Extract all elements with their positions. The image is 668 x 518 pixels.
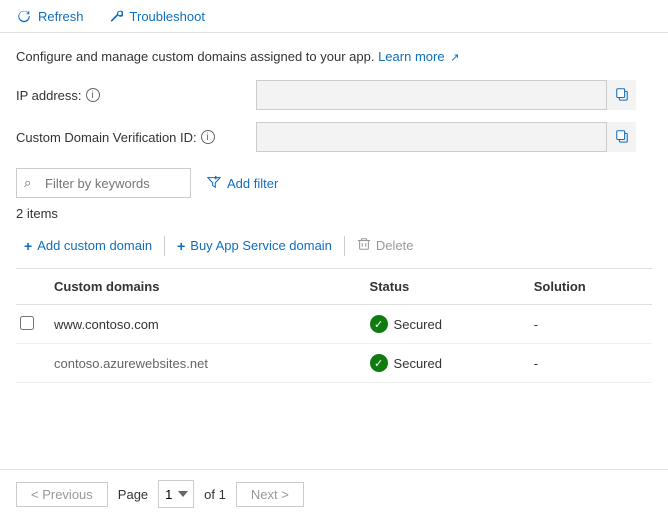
toolbar: Refresh Troubleshoot bbox=[0, 0, 668, 33]
action-separator-1 bbox=[164, 236, 165, 256]
solution-cell: - bbox=[526, 305, 652, 344]
action-separator-2 bbox=[344, 236, 345, 256]
row-checkbox[interactable] bbox=[20, 316, 34, 330]
troubleshoot-button[interactable]: Troubleshoot bbox=[104, 6, 209, 26]
table-header-checkbox-col bbox=[16, 269, 46, 305]
ip-input-wrapper bbox=[256, 80, 636, 110]
external-link-icon: ↗ bbox=[450, 52, 459, 64]
domains-table: Custom domains Status Solution www.conto… bbox=[16, 269, 652, 383]
filter-bar: ⌕ Add filter bbox=[16, 168, 652, 198]
main-content: Configure and manage custom domains assi… bbox=[0, 33, 668, 383]
refresh-button[interactable]: Refresh bbox=[12, 6, 88, 26]
add-custom-domain-button[interactable]: + Add custom domain bbox=[16, 234, 160, 258]
domain-cell: contoso.azurewebsites.net bbox=[46, 344, 362, 383]
filter-icon bbox=[207, 175, 221, 192]
ip-info-icon[interactable]: i bbox=[86, 88, 100, 102]
ip-address-row: IP address: i bbox=[16, 80, 652, 110]
copy-icon-2 bbox=[615, 129, 629, 146]
table-row: www.contoso.com ✓ Secured - bbox=[16, 305, 652, 344]
buy-app-service-domain-button[interactable]: + Buy App Service domain bbox=[169, 234, 340, 258]
add-domain-plus-icon: + bbox=[24, 238, 32, 254]
solution-cell: - bbox=[526, 344, 652, 383]
row-checkbox-cell bbox=[16, 305, 46, 344]
verification-info-icon[interactable]: i bbox=[201, 130, 215, 144]
delete-icon bbox=[357, 237, 371, 254]
status-text: Secured bbox=[394, 317, 442, 332]
ip-label: IP address: i bbox=[16, 88, 256, 103]
status-text: Secured bbox=[394, 356, 442, 371]
next-button[interactable]: Next > bbox=[236, 482, 304, 507]
learn-more-link[interactable]: Learn more ↗ bbox=[378, 49, 459, 64]
table-header-custom-domains: Custom domains bbox=[46, 269, 362, 305]
table-header-solution: Solution bbox=[526, 269, 652, 305]
verification-label: Custom Domain Verification ID: i bbox=[16, 130, 256, 145]
add-filter-button[interactable]: Add filter bbox=[199, 171, 286, 196]
table-header-status: Status bbox=[362, 269, 526, 305]
filter-input[interactable] bbox=[16, 168, 191, 198]
troubleshoot-label: Troubleshoot bbox=[130, 9, 205, 24]
ip-copy-button[interactable] bbox=[606, 80, 636, 110]
filter-input-wrapper: ⌕ bbox=[16, 168, 191, 198]
previous-button[interactable]: < Previous bbox=[16, 482, 108, 507]
secured-icon: ✓ bbox=[370, 354, 388, 372]
row-checkbox-cell bbox=[16, 344, 46, 383]
domain-cell: www.contoso.com bbox=[46, 305, 362, 344]
description-text: Configure and manage custom domains assi… bbox=[16, 49, 374, 64]
page-select[interactable]: 1 bbox=[158, 480, 194, 508]
refresh-icon bbox=[16, 8, 32, 24]
action-bar: + Add custom domain + Buy App Service do… bbox=[16, 233, 652, 269]
of-pages: of 1 bbox=[204, 487, 226, 502]
description: Configure and manage custom domains assi… bbox=[16, 49, 652, 64]
status-cell: ✓ Secured bbox=[362, 305, 526, 344]
delete-button[interactable]: Delete bbox=[349, 233, 422, 258]
page-label: Page bbox=[118, 487, 148, 502]
refresh-label: Refresh bbox=[38, 9, 84, 24]
items-count: 2 items bbox=[16, 206, 652, 221]
verification-copy-button[interactable] bbox=[606, 122, 636, 152]
wrench-icon bbox=[108, 8, 124, 24]
ip-input[interactable] bbox=[256, 80, 636, 110]
table-row: contoso.azurewebsites.net ✓ Secured - bbox=[16, 344, 652, 383]
secured-icon: ✓ bbox=[370, 315, 388, 333]
add-filter-label: Add filter bbox=[227, 176, 278, 191]
buy-domain-plus-icon: + bbox=[177, 238, 185, 254]
pagination-bar: < Previous Page 1 of 1 Next > bbox=[0, 469, 668, 518]
verification-id-row: Custom Domain Verification ID: i bbox=[16, 122, 652, 152]
verification-input[interactable] bbox=[256, 122, 636, 152]
status-cell: ✓ Secured bbox=[362, 344, 526, 383]
filter-search-icon: ⌕ bbox=[24, 175, 31, 191]
copy-icon bbox=[615, 87, 629, 104]
verification-input-wrapper bbox=[256, 122, 636, 152]
